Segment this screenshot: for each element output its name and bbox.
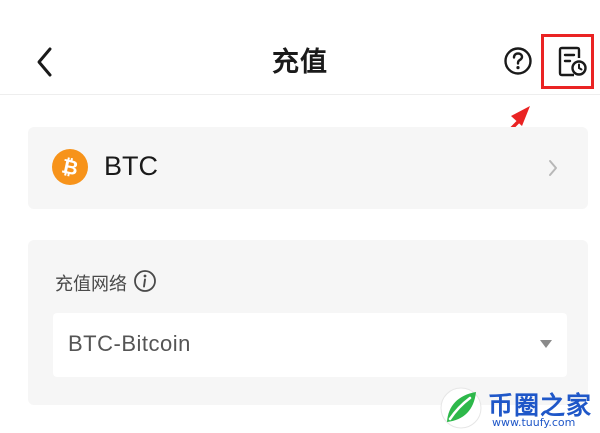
top-nav-bar: 充值 (0, 0, 600, 95)
caret-down-icon (540, 340, 552, 348)
network-select[interactable]: BTC-Bitcoin (53, 313, 567, 377)
watermark-url: www.tuufy.com (492, 416, 576, 429)
coin-selector[interactable]: ₿ BTC (28, 127, 588, 209)
network-label: 充值网络 (55, 274, 127, 295)
question-circle-icon (504, 47, 532, 75)
network-selected-value: BTC-Bitcoin (68, 331, 191, 356)
chevron-right-icon (549, 160, 557, 176)
coin-name: BTC (104, 151, 158, 181)
watermark: 币圈之家 www.tuufy.com (438, 382, 600, 433)
bitcoin-icon: ₿ (52, 149, 88, 185)
network-section: 充值网络 BTC-Bitcoin (28, 240, 588, 405)
help-button[interactable] (503, 46, 533, 76)
leaf-logo-icon (440, 387, 482, 429)
info-circle-icon[interactable] (133, 269, 157, 293)
annotation-highlight-box (541, 34, 594, 89)
